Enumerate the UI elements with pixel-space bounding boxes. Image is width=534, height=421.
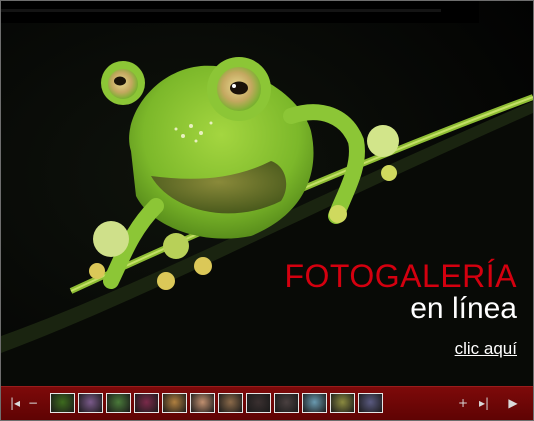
thumbnail[interactable] <box>162 393 187 413</box>
caption-title: FOTOGALERÍA <box>284 258 517 294</box>
plus-icon[interactable]: + <box>456 395 470 411</box>
caption-block: FOTOGALERÍA en línea clic aquí <box>284 259 517 359</box>
skip-to-first-icon[interactable]: |◂ <box>7 395 23 411</box>
thumbnail[interactable] <box>190 393 215 413</box>
skip-to-last-icon[interactable]: ▸| <box>475 395 493 411</box>
thumbnail[interactable] <box>302 393 327 413</box>
caption-subtitle: en línea <box>410 292 517 325</box>
thumbnail[interactable] <box>358 393 383 413</box>
thumbnail[interactable] <box>78 393 103 413</box>
gallery-widget: FOTOGALERÍA en línea clic aquí |◂ − + ▸|… <box>1 1 533 420</box>
thumbnail[interactable] <box>106 393 131 413</box>
thumbnail[interactable] <box>218 393 243 413</box>
thumbnail[interactable] <box>330 393 355 413</box>
thumbnail-bar: |◂ − + ▸| ▶ <box>1 386 533 420</box>
thumbnail[interactable] <box>134 393 159 413</box>
thumbnail[interactable] <box>50 393 75 413</box>
thumbnail-strip <box>50 393 383 415</box>
thumbnail[interactable] <box>246 393 271 413</box>
minus-icon[interactable]: − <box>26 395 40 411</box>
click-here-link[interactable]: clic aquí <box>455 339 517 359</box>
thumbnail[interactable] <box>274 393 299 413</box>
play-icon[interactable]: ▶ <box>506 395 520 411</box>
